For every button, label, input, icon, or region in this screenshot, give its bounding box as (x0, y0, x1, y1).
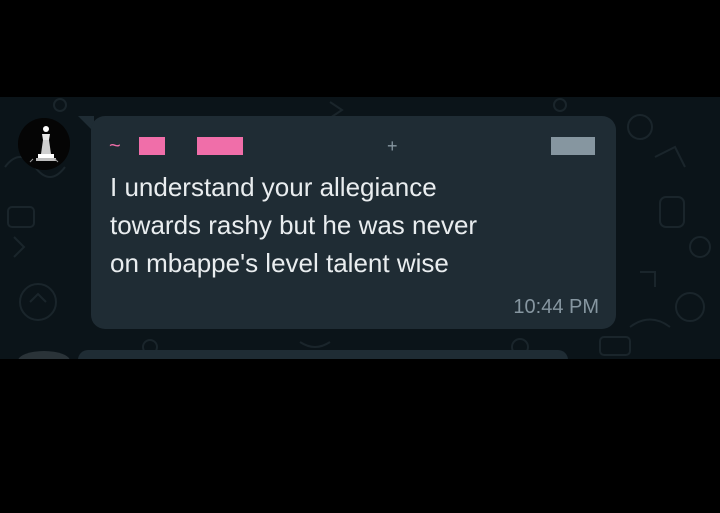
redacted-phone-number (551, 137, 595, 155)
message-line-1: I understand your allegiance (110, 172, 437, 202)
message-timestamp: 10:44 PM (513, 296, 599, 318)
message-text: I understand your allegiance towards ras… (110, 168, 605, 282)
chess-piece-avatar-icon (18, 118, 70, 170)
redacted-sender-name-part1 (139, 137, 165, 155)
sender-phone-prefix: + (387, 136, 399, 156)
message-bubble[interactable]: ~ + I understand your allegiance towards… (91, 116, 616, 329)
message-line-3: on mbappe's level talent wise (110, 248, 449, 278)
screenshot: ~ + I understand your allegiance towards… (0, 0, 720, 513)
sender-row[interactable]: ~ + (109, 134, 599, 158)
next-message-bubble[interactable] (78, 350, 568, 359)
redacted-sender-name-part2 (197, 137, 243, 155)
message-line-2: towards rashy but he was never (110, 210, 478, 240)
sender-tilde: ~ (109, 135, 121, 157)
sender-avatar[interactable] (18, 118, 70, 170)
chat-area[interactable]: ~ + I understand your allegiance towards… (0, 97, 720, 359)
